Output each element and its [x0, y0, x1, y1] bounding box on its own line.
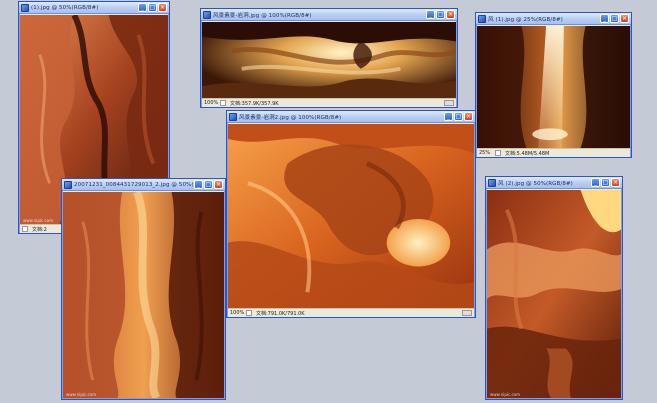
maximize-button[interactable]: □ [148, 3, 157, 12]
window-3-statusbar: 25% 文档:5.48M/5.48M [477, 148, 630, 157]
window-1-titlebar[interactable]: (1).jpg @ 50%(RGB/8#) _ □ × [19, 2, 169, 14]
window-2-statusbar: 100% 文档:357.9K/357.9K [202, 98, 456, 107]
watermark-1: www.nipic.com [23, 218, 54, 223]
photoshop-doc-icon [478, 14, 486, 23]
window-4-title: 风景素景-岩洞2.jpg @ 100%(RGB/8#) [239, 114, 342, 121]
image-window-6[interactable]: 风 (2).jpg @ 50%(RGB/8#) _ □ × www.nipic.… [485, 176, 623, 400]
close-button[interactable]: × [611, 178, 620, 187]
window-5-title: 20071231_0084431729013_2.jpg @ 50%(RG... [74, 181, 193, 188]
maximize-button[interactable]: □ [204, 180, 213, 189]
maximize-button[interactable]: □ [610, 14, 619, 23]
image-window-3[interactable]: 风 (1).jpg @ 25%(RGB/8#) _ □ × 25% 文档:5.4… [475, 12, 632, 158]
maximize-button[interactable]: □ [601, 178, 610, 187]
photoshop-doc-icon [203, 10, 211, 19]
canyon-photo-2 [202, 22, 456, 98]
maximize-button[interactable]: □ [436, 10, 445, 19]
canyon-photo-4 [228, 124, 474, 308]
close-button[interactable]: × [214, 180, 223, 189]
window-3-titlebar[interactable]: 风 (1).jpg @ 25%(RGB/8#) _ □ × [476, 13, 631, 25]
watermark-6: www.nipic.com [490, 392, 521, 397]
window-2-titlebar[interactable]: 风景素景-岩洞.jpg @ 100%(RGB/8#) _ □ × [201, 9, 457, 21]
canyon-photo-5: www.nipic.com [63, 192, 224, 398]
minimize-button[interactable]: _ [591, 178, 600, 187]
image-window-4[interactable]: 风景素景-岩洞2.jpg @ 100%(RGB/8#) _ □ × 100% 文… [226, 110, 476, 318]
status-nav-icon[interactable] [220, 100, 226, 106]
close-button[interactable]: × [446, 10, 455, 19]
window-2-zoom[interactable]: 100% [204, 100, 220, 106]
minimize-button[interactable]: _ [426, 10, 435, 19]
minimize-button[interactable]: _ [194, 180, 203, 189]
window-6-titlebar[interactable]: 风 (2).jpg @ 50%(RGB/8#) _ □ × [486, 177, 622, 189]
photoshop-doc-icon [64, 180, 72, 189]
window-5-titlebar[interactable]: 20071231_0084431729013_2.jpg @ 50%(RG...… [62, 179, 225, 191]
horizontal-scrollbar[interactable] [462, 310, 472, 316]
window-1-title: (1).jpg @ 50%(RGB/8#) [31, 4, 99, 11]
window-3-zoom[interactable]: 25% [479, 150, 495, 156]
image-window-5[interactable]: 20071231_0084431729013_2.jpg @ 50%(RG...… [61, 178, 226, 400]
window-3-doc-info: 文档:5.48M/5.48M [505, 150, 550, 157]
photoshop-doc-icon [21, 3, 29, 12]
canyon-photo-6: www.nipic.com [487, 190, 621, 398]
close-button[interactable]: × [620, 14, 629, 23]
canyon-photo-3 [477, 26, 630, 148]
window-3-title: 风 (1).jpg @ 25%(RGB/8#) [488, 16, 563, 23]
close-button[interactable]: × [158, 3, 167, 12]
photoshop-doc-icon [229, 112, 237, 121]
horizontal-scrollbar[interactable] [444, 100, 454, 106]
window-4-doc-info: 文档:791.0K/791.0K [256, 310, 305, 317]
window-4-titlebar[interactable]: 风景素景-岩洞2.jpg @ 100%(RGB/8#) _ □ × [227, 111, 475, 123]
watermark-5: www.nipic.com [66, 392, 97, 397]
maximize-button[interactable]: □ [454, 112, 463, 121]
status-nav-icon[interactable] [495, 150, 501, 156]
window-6-title: 风 (2).jpg @ 50%(RGB/8#) [498, 180, 573, 187]
minimize-button[interactable]: _ [444, 112, 453, 121]
image-window-2[interactable]: 风景素景-岩洞.jpg @ 100%(RGB/8#) _ □ × 100% 文档… [200, 8, 458, 108]
minimize-button[interactable]: _ [600, 14, 609, 23]
status-nav-icon[interactable] [246, 310, 252, 316]
minimize-button[interactable]: _ [138, 3, 147, 12]
photoshop-doc-icon [488, 178, 496, 187]
window-2-doc-info: 文档:357.9K/357.9K [230, 100, 279, 107]
window-4-zoom[interactable]: 100% [230, 310, 246, 316]
window-4-statusbar: 100% 文档:791.0K/791.0K [228, 308, 474, 317]
status-nav-icon[interactable] [22, 226, 28, 232]
window-2-title: 风景素景-岩洞.jpg @ 100%(RGB/8#) [213, 12, 312, 19]
close-button[interactable]: × [464, 112, 473, 121]
